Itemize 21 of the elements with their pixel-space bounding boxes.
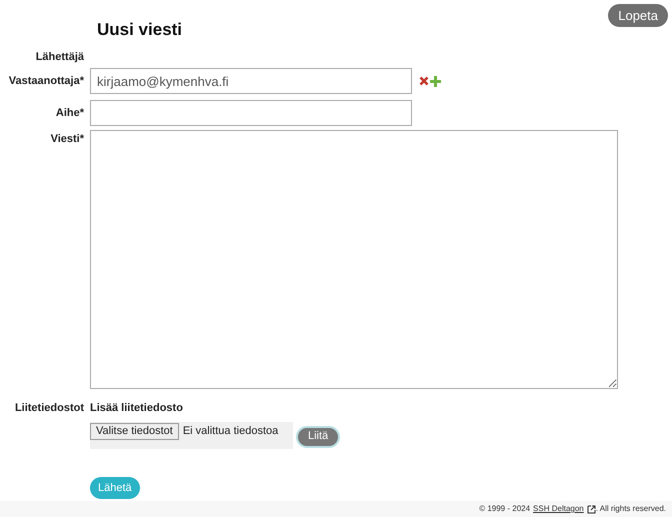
field-label: Viesti*	[50, 132, 84, 147]
sender-label: Lähettäjä	[34, 50, 84, 65]
add-icon[interactable]	[430, 76, 441, 86]
attachment-heading: Lisää liitetiedosto	[90, 401, 183, 416]
message-field[interactable]	[90, 130, 618, 389]
company-link[interactable]: SSH Deltagon	[533, 503, 584, 515]
attach-button[interactable]: Liitä	[296, 426, 340, 448]
remove-icon[interactable]	[419, 76, 429, 86]
recipient-field[interactable]: kirjaamo@kymenhva.fi	[90, 68, 412, 94]
subject-field[interactable]	[90, 100, 412, 126]
file-status: Ei valittua tiedostoa	[182, 424, 278, 438]
rights-text: . All rights reserved.	[596, 503, 666, 515]
field-label: Liitetiedostot	[14, 401, 84, 416]
field-label: Aihe*	[54, 106, 84, 121]
field-label: Vastaanottaja*	[8, 74, 84, 89]
copyright-text: © 1999 - 2024	[479, 503, 530, 515]
logout-button[interactable]: Lopeta	[608, 4, 668, 27]
external-link-icon	[586, 504, 596, 514]
file-picker[interactable]: Valitse tiedostot Ei valittua tiedostoa	[90, 422, 293, 448]
choose-files-button[interactable]: Valitse tiedostot	[90, 422, 179, 440]
page-title: Uusi viesti	[97, 19, 182, 41]
